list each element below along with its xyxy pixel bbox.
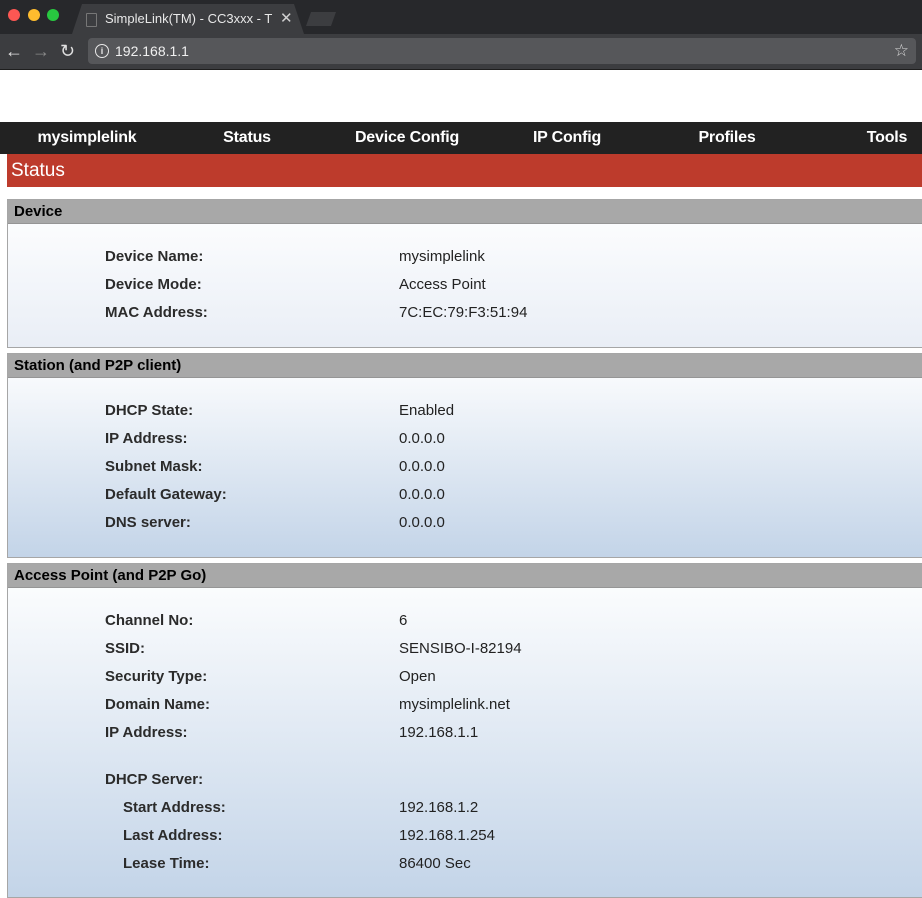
field-value: Open	[399, 668, 436, 685]
new-tab-button[interactable]	[306, 12, 336, 26]
field-label: SSID:	[105, 640, 146, 657]
tab-title: SimpleLink(TM) - CC3xxx - TI	[105, 11, 273, 26]
field-value: Access Point	[399, 276, 486, 293]
bookmark-star-icon[interactable]: ☆	[894, 41, 909, 61]
field-label: Start Address:	[123, 799, 226, 816]
field-value: 192.168.1.254	[399, 827, 495, 844]
close-window-button[interactable]	[8, 9, 20, 21]
field-value: 0.0.0.0	[399, 458, 445, 475]
field-label: Device Name:	[105, 248, 204, 265]
device-section: Device Device Name: mysimplelink Device …	[7, 199, 922, 348]
field-value: 6	[399, 612, 408, 629]
field-value: 0.0.0.0	[399, 430, 445, 447]
field-label: Security Type:	[105, 668, 208, 685]
field-value: 0.0.0.0	[399, 514, 445, 531]
field-value: 192.168.1.2	[399, 799, 479, 816]
field-label: Subnet Mask:	[105, 458, 203, 475]
field-label: DNS server:	[105, 514, 191, 531]
field-value: mysimplelink.net	[399, 696, 510, 713]
field-label: IP Address:	[105, 430, 188, 447]
nav-item-mysimplelink[interactable]: mysimplelink	[38, 129, 137, 147]
nav-item-status[interactable]: Status	[223, 129, 271, 147]
browser-titlebar: SimpleLink(TM) - CC3xxx - TI ✕	[0, 0, 922, 34]
field-label: Default Gateway:	[105, 486, 227, 503]
field-label: IP Address:	[105, 724, 188, 741]
field-value: 192.168.1.1	[399, 724, 479, 741]
field-value: 86400 Sec	[399, 855, 471, 872]
nav-item-device-config[interactable]: Device Config	[355, 129, 459, 147]
field-value: Enabled	[399, 402, 455, 419]
tab-close-icon[interactable]: ✕	[280, 9, 293, 27]
field-label: Last Address:	[123, 827, 223, 844]
section-title: Device	[14, 203, 63, 220]
section-title: Access Point (and P2P Go)	[14, 567, 207, 584]
field-label: MAC Address:	[105, 304, 208, 321]
nav-item-ip-config[interactable]: IP Config	[533, 129, 601, 147]
page-title-bar: Status	[7, 154, 922, 187]
field-label: Domain Name:	[105, 696, 211, 713]
field-value: 0.0.0.0	[399, 486, 445, 503]
nav-item-profiles[interactable]: Profiles	[698, 129, 755, 147]
station-section: Station (and P2P client) DHCP State: Ena…	[7, 353, 922, 558]
field-label: DHCP State:	[105, 402, 194, 419]
field-value: SENSIBO-I-82194	[399, 640, 522, 657]
field-label: Device Mode:	[105, 276, 202, 293]
section-header: Access Point (and P2P Go)	[8, 564, 922, 588]
forward-arrow-icon[interactable]: →	[32, 41, 50, 61]
field-value: mysimplelink	[399, 248, 485, 265]
section-title: Station (and P2P client)	[14, 357, 182, 374]
document-icon	[86, 13, 97, 27]
url-text[interactable]: 192.168.1.1	[115, 43, 189, 59]
browser-tab[interactable]: SimpleLink(TM) - CC3xxx - TI ✕	[72, 4, 304, 34]
address-bar[interactable]: i 192.168.1.1 ☆	[88, 38, 916, 64]
reload-icon[interactable]: ↻	[60, 41, 75, 61]
section-header: Station (and P2P client)	[8, 354, 922, 378]
site-nav: mysimplelink Status Device Config IP Con…	[0, 122, 922, 154]
info-icon[interactable]: i	[95, 44, 109, 58]
dhcp-server-heading: DHCP Server:	[105, 771, 204, 788]
field-label: Channel No:	[105, 612, 194, 629]
access-point-section: Access Point (and P2P Go) Channel No: 6 …	[7, 563, 922, 898]
back-arrow-icon[interactable]: ←	[5, 41, 23, 61]
page-title: Status	[11, 160, 65, 181]
maximize-window-button[interactable]	[47, 9, 59, 21]
field-label: Lease Time:	[123, 855, 210, 872]
field-value: 7C:EC:79:F3:51:94	[399, 304, 528, 321]
minimize-window-button[interactable]	[28, 9, 40, 21]
browser-toolbar: ← → ↻ i 192.168.1.1 ☆	[0, 34, 922, 70]
section-header: Device	[8, 200, 922, 224]
nav-item-tools[interactable]: Tools	[867, 129, 908, 147]
